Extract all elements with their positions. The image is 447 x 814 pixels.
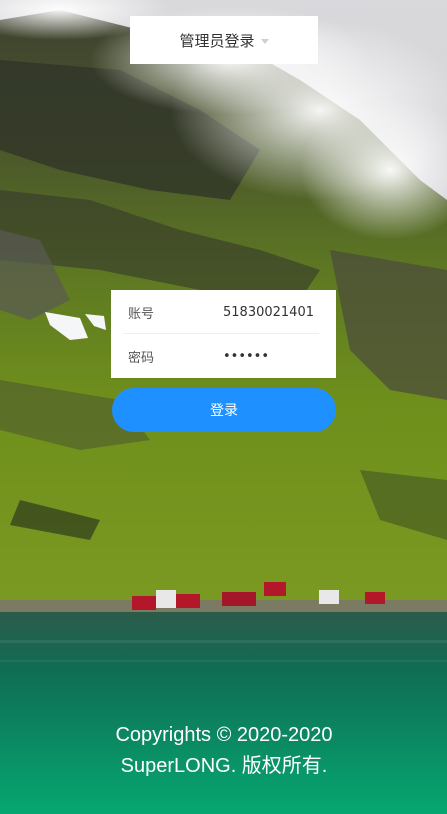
account-row: 账号 (111, 290, 336, 334)
login-form: 账号 密码 (111, 290, 336, 378)
password-input[interactable] (223, 342, 325, 370)
login-role-dropdown[interactable]: 管理员登录 (130, 16, 318, 64)
chevron-down-icon (260, 38, 269, 44)
login-role-label: 管理员登录 (179, 31, 255, 50)
password-row: 密码 (111, 334, 336, 378)
account-input[interactable] (223, 298, 325, 326)
password-label: 密码 (128, 350, 155, 366)
login-button[interactable]: 登录 (112, 388, 336, 432)
account-label: 账号 (128, 306, 155, 322)
copyright-text: Copyrights © 2020-2020 SuperLONG. 版权所有. (115, 724, 333, 777)
